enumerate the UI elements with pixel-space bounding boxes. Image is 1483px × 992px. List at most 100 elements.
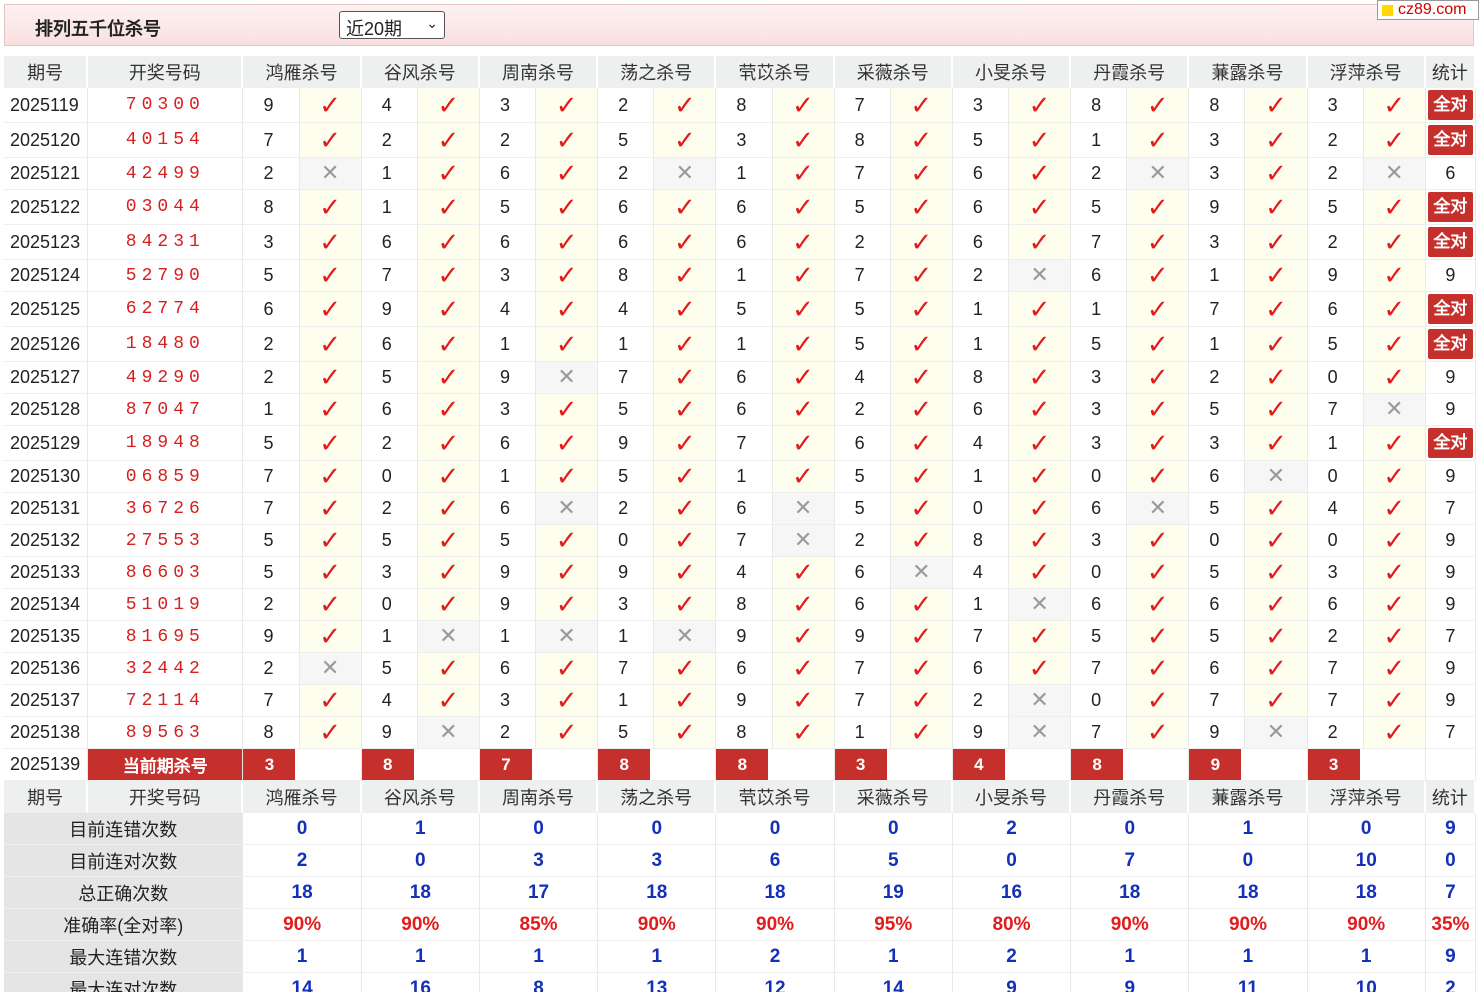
kill-number: 3	[243, 225, 300, 260]
check-icon: ✓	[673, 653, 696, 683]
row-stat-value: 9	[1445, 367, 1456, 387]
result-mark: ✓	[1008, 292, 1072, 327]
winning-number: 49290	[88, 362, 244, 394]
current-kill-number: 7	[479, 749, 532, 780]
check-icon: ✓	[1265, 557, 1287, 587]
kill-number: 0	[1071, 557, 1128, 589]
result-mark: ✓	[1127, 225, 1190, 260]
table-row: 2025121 42499 2 ✕ 1 ✓ 6 ✓ 2 ✕ 1 ✓ 7 ✓ 6 ✓ 2 ✕ 3 ✓ 2 ✕ 6	[4, 158, 1476, 190]
result-mark: ✓	[536, 461, 599, 493]
kill-number: 9	[1307, 260, 1364, 292]
kill-number: 8	[243, 190, 300, 225]
kill-number: 2	[1307, 123, 1364, 158]
kill-number: 5	[834, 292, 891, 327]
check-icon: ✓	[319, 685, 342, 715]
check-icon: ✓	[1028, 89, 1051, 120]
check-icon: ✓	[1265, 226, 1287, 257]
row-stat: 全对	[1425, 190, 1476, 225]
result-mark: ✓	[1245, 88, 1308, 123]
current-period-label: 当前期杀号	[88, 749, 244, 781]
check-icon: ✓	[437, 226, 460, 257]
check-icon: ✓	[1028, 226, 1051, 257]
result-mark: ✓	[1363, 461, 1426, 493]
check-icon: ✓	[1028, 557, 1051, 587]
summary-stat: 9	[1425, 941, 1476, 973]
kill-number: 6	[361, 225, 418, 260]
check-icon: ✓	[1028, 653, 1051, 683]
summary-value: 13	[598, 973, 717, 992]
cross-icon: ✕	[675, 160, 695, 185]
result-mark: ✓	[1127, 589, 1190, 621]
check-icon: ✓	[673, 427, 696, 458]
column-header: 小旻杀号	[952, 781, 1072, 813]
check-icon: ✓	[555, 158, 578, 188]
kill-number: 7	[1189, 685, 1246, 717]
check-icon: ✓	[910, 717, 933, 747]
result-mark: ✓	[654, 123, 717, 158]
check-icon: ✓	[792, 427, 814, 458]
cross-icon: ✕	[439, 719, 458, 744]
chevron-down-icon: ⌄	[426, 15, 438, 31]
column-header: 丹霞杀号	[1071, 781, 1190, 813]
result-mark: ✓	[654, 292, 717, 327]
result-mark: ✓	[299, 225, 362, 260]
current-kill-number: 8	[1071, 749, 1124, 780]
column-header: 期号	[4, 781, 89, 813]
summary-value: 1	[361, 813, 480, 845]
row-stat-value: 7	[1445, 722, 1456, 742]
result-mark: ✓	[1245, 685, 1308, 717]
kill-number: 8	[598, 260, 655, 292]
kill-number: 9	[598, 557, 655, 589]
kill-number: 4	[952, 426, 1009, 461]
current-issue-number: 2025139	[4, 749, 89, 781]
check-icon: ✓	[673, 260, 696, 290]
result-mark: ✓	[890, 225, 953, 260]
kill-number: 6	[1071, 589, 1128, 621]
kill-number: 9	[479, 589, 537, 621]
result-mark: ✓	[772, 426, 835, 461]
result-mark: ✓	[417, 88, 480, 123]
kill-number: 1	[598, 621, 655, 653]
row-stat-value: 9	[1445, 530, 1456, 550]
summary-value: 1	[1189, 813, 1308, 845]
kill-number: 1	[1071, 123, 1128, 158]
result-mark: ✕	[890, 557, 953, 589]
kill-number: 7	[1307, 394, 1364, 426]
result-mark: ✓	[1245, 292, 1308, 327]
result-mark: ✓	[1245, 190, 1308, 225]
table-row: 2025134 51019 2 ✓ 0 ✓ 9 ✓ 3 ✓ 8 ✓ 6 ✓ 1 ✕ 6 ✓ 6 ✓ 6 ✓ 9	[4, 589, 1476, 621]
column-header: 蒹露杀号	[1189, 781, 1308, 813]
kill-number: 3	[1189, 158, 1246, 190]
result-mark: ✓	[1127, 362, 1190, 394]
result-mark: ✕	[1363, 394, 1426, 426]
kill-number: 4	[598, 292, 655, 327]
kill-number: 9	[952, 717, 1009, 749]
result-mark: ✓	[654, 557, 717, 589]
result-mark: ✓	[417, 158, 480, 190]
result-mark: ✓	[417, 685, 480, 717]
result-mark: ✕	[299, 158, 362, 190]
cross-icon: ✕	[320, 655, 340, 680]
kill-number: 2	[834, 525, 891, 557]
all-correct-badge: 全对	[1427, 329, 1473, 359]
result-mark: ✓	[299, 461, 362, 493]
check-icon: ✓	[555, 717, 578, 747]
table-row: 2025136 32442 2 ✕ 5 ✓ 6 ✓ 7 ✓ 6 ✓ 7 ✓ 6 ✓ 7 ✓ 6 ✓ 7 ✓ 9	[4, 653, 1476, 685]
winning-number: 86603	[88, 557, 244, 589]
result-mark: ✓	[1008, 225, 1072, 260]
column-header: 鸿雁杀号	[243, 781, 362, 813]
result-mark: ✓	[1363, 292, 1426, 327]
kill-number: 3	[1307, 88, 1364, 123]
square-icon	[1382, 5, 1393, 16]
site-badge[interactable]: cz89.com	[1377, 0, 1479, 20]
kill-number: 2	[834, 225, 891, 260]
result-mark: ✓	[299, 362, 362, 394]
kill-number: 7	[1071, 717, 1128, 749]
check-icon: ✓	[319, 191, 342, 222]
check-icon: ✓	[1146, 394, 1169, 424]
period-select[interactable]: 近20期 ⌄	[339, 11, 445, 39]
kill-number: 6	[479, 653, 537, 685]
check-icon: ✓	[1028, 293, 1051, 324]
summary-value: 0	[1307, 813, 1426, 845]
check-icon: ✓	[1146, 461, 1169, 491]
